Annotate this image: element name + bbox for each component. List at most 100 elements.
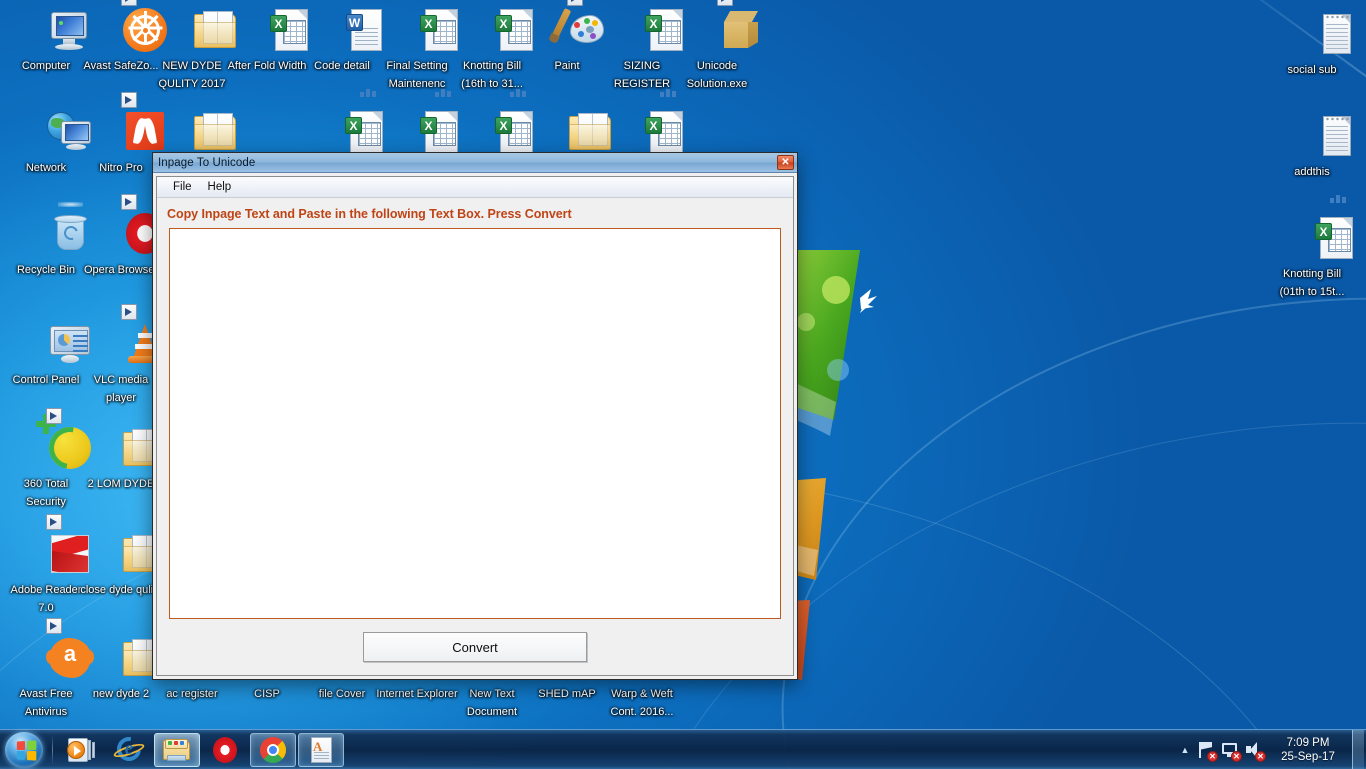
folder-icon [97,634,165,682]
desktop-icon-sizing-register[interactable]: X SIZING REGISTER [600,6,684,92]
taskbar-item-google-chrome[interactable] [250,732,296,767]
desktop-icon-addthis[interactable]: addthis [1270,112,1354,180]
shortcut-overlay-icon [121,194,137,210]
taskbar[interactable]: e A ▲ ✕ ✕ ✕ 7:09 PM 25-Sep-17 [0,729,1366,769]
nitro-pro-icon [97,92,164,156]
desktop-icon-file-cover[interactable]: file Cover [300,684,384,702]
desktop-icon-label: CISP [254,688,280,700]
action-center-flag-icon[interactable]: ✕ [1195,739,1218,762]
excel-file-icon: X [318,89,383,156]
desktop-icon-label: Internet Explorer [376,688,458,700]
desktop-icon-row2-excel-c[interactable]: X [450,89,534,158]
system-tray[interactable]: ▲ ✕ ✕ ✕ 7:09 PM 25-Sep-17 [1176,729,1366,769]
show-desktop-button[interactable] [1352,729,1364,769]
desktop-icon-label: Code detail [314,60,370,72]
desktop-icon-label: ac register [166,688,218,700]
desktop-icon-final-setting-maintenenc[interactable]: X Final Setting Maintenenc [375,6,459,92]
desktop-icon-computer[interactable]: Computer [4,6,88,74]
shortcut-overlay-icon [121,304,137,320]
windows-media-player-icon [66,735,96,765]
taskbar-item-internet-explorer[interactable]: e [106,731,152,767]
desktop-icon-close-dyde-qulity[interactable]: close dyde qulity [79,530,165,598]
start-button[interactable] [2,731,48,769]
desktop-icon-label: Opera Browser [84,264,158,276]
desktop-icon-360-total-security[interactable]: 360 Total Security [4,408,100,510]
opera-browser-icon [97,194,164,258]
desktop-icon-shed-map[interactable]: SHED mAP [525,684,609,702]
desktop-icon-row2-excel-d[interactable]: X [600,89,684,158]
desktop-icon-2-lom-dyde[interactable]: 2 LOM DYDE [79,424,165,492]
control-panel-icon [22,320,90,368]
desktop-icon-paint[interactable]: Paint [525,0,609,74]
desktop-icon-label: Unicode Solution.exe [686,60,748,90]
taskbar-item-opera[interactable] [202,733,248,767]
window-title-bar[interactable]: Inpage To Unicode ✕ [153,153,797,173]
desktop-icon-new-dyde-qulity-2017[interactable]: NEW DYDE QULITY 2017 [150,6,236,92]
inpage-text-input[interactable] [169,228,781,619]
shortcut-overlay-icon [121,0,137,6]
desktop-icon-adobe-reader[interactable]: Adobe Reader 7.0 [4,514,89,616]
desktop-icon-network[interactable]: Network [4,108,91,176]
desktop-icon-opera-browser[interactable]: Opera Browser [79,194,164,278]
clock-date: 25-Sep-17 [1281,750,1335,763]
desktop-icon-label: Control Panel [12,374,80,386]
text-file-icon [1288,10,1351,58]
desktop-icon-internet-explorer[interactable]: Internet Explorer [375,684,459,702]
taskbar-item-windows-explorer[interactable] [154,732,200,767]
volume-icon[interactable]: ✕ [1243,739,1266,762]
taskbar-item-windows-media-player[interactable] [58,733,104,767]
desktop-icon-recycle-bin[interactable]: Recycle Bin [4,202,88,278]
desktop-icon-label: addthis [1294,166,1330,178]
desktop-icon-knotting-bill-16th-31[interactable]: X Knotting Bill (16th to 31... [450,6,534,92]
window-title: Inpage To Unicode [158,156,256,169]
network-icon[interactable]: ✕ [1219,739,1242,762]
desktop-icon-after-fold-width[interactable]: X After Fold Width [225,6,309,74]
taskbar-item-wordpad[interactable]: A [298,732,344,767]
desktop-icon-vlc-media-player[interactable]: VLC media player [79,304,163,406]
desktop-icon-warp-weft-cont-2016[interactable]: Warp & Weft Cont. 2016... [600,684,684,720]
excel-file-icon: X [618,89,683,156]
desktop-icon-avast-free-antivirus[interactable]: a Avast Free Antivirus [4,618,94,720]
window-client-area: File Help Copy Inpage Text and Paste in … [156,176,794,676]
clock[interactable]: 7:09 PM 25-Sep-17 [1266,736,1350,764]
desktop-icon-knotting-bill-01th-15t[interactable]: X Knotting Bill (01th to 15t... [1270,195,1354,300]
desktop-icon-row2-folder-b[interactable] [525,108,611,158]
desktop-icon-label: Network [25,162,67,174]
desktop-icon-code-detail[interactable]: W Code detail [300,6,384,74]
desktop-icon-cisp[interactable]: CISP [225,684,309,702]
desktop-icon-row2-folder-a[interactable] [150,108,236,158]
paint-icon [543,0,604,54]
desktop-icon-ac-register[interactable]: ac register [150,684,234,702]
desktop-icon-label: Knotting Bill (16th to 31... [461,60,523,90]
desktop-icon-social-sub[interactable]: social sub [1270,10,1354,78]
desktop-icon-label: SIZING REGISTER [613,60,671,90]
computer-icon [22,6,87,54]
network-icon [22,108,91,156]
desktop-icon-label: NEW DYDE QULITY 2017 [158,60,226,90]
inpage-to-unicode-window[interactable]: Inpage To Unicode ✕ File Help Copy Inpag… [152,152,798,680]
folder-icon [97,424,165,472]
avast-safezone-icon [97,0,167,54]
close-icon[interactable]: ✕ [777,155,794,170]
desktop-icon-row2-excel-b[interactable]: X [375,89,459,158]
desktop-icon-label: Knotting Bill (01th to 15t... [1279,268,1345,298]
internet-explorer-icon: e [112,731,146,766]
menu-item-file[interactable]: File [165,179,200,195]
desktop-icon-row2-excel-a[interactable]: X [300,89,384,158]
menu-bar[interactable]: File Help [157,177,793,198]
desktop-icon-new-text-document[interactable]: New Text Document [450,684,534,720]
desktop-icon-control-panel[interactable]: Control Panel [4,320,90,388]
desktop-icon-label: After Fold Width [227,60,307,72]
desktop-icon-unicode-solution-exe[interactable]: Unicode Solution.exe [675,0,759,92]
desktop-icon-label: Nitro Pro [99,162,143,174]
convert-button[interactable]: Convert [363,632,587,662]
menu-item-help[interactable]: Help [200,179,240,195]
shortcut-overlay-icon [121,92,137,108]
folder-icon [97,530,165,578]
desktop[interactable]: Computer Network Recycle Bin Control Pan… [0,0,1366,769]
opera-icon [210,735,240,765]
desktop-icon-label: file Cover [318,688,366,700]
windows-explorer-icon [162,735,192,765]
desktop-icon-label: social sub [1287,64,1337,76]
show-hidden-icons-icon[interactable]: ▲ [1176,745,1194,755]
